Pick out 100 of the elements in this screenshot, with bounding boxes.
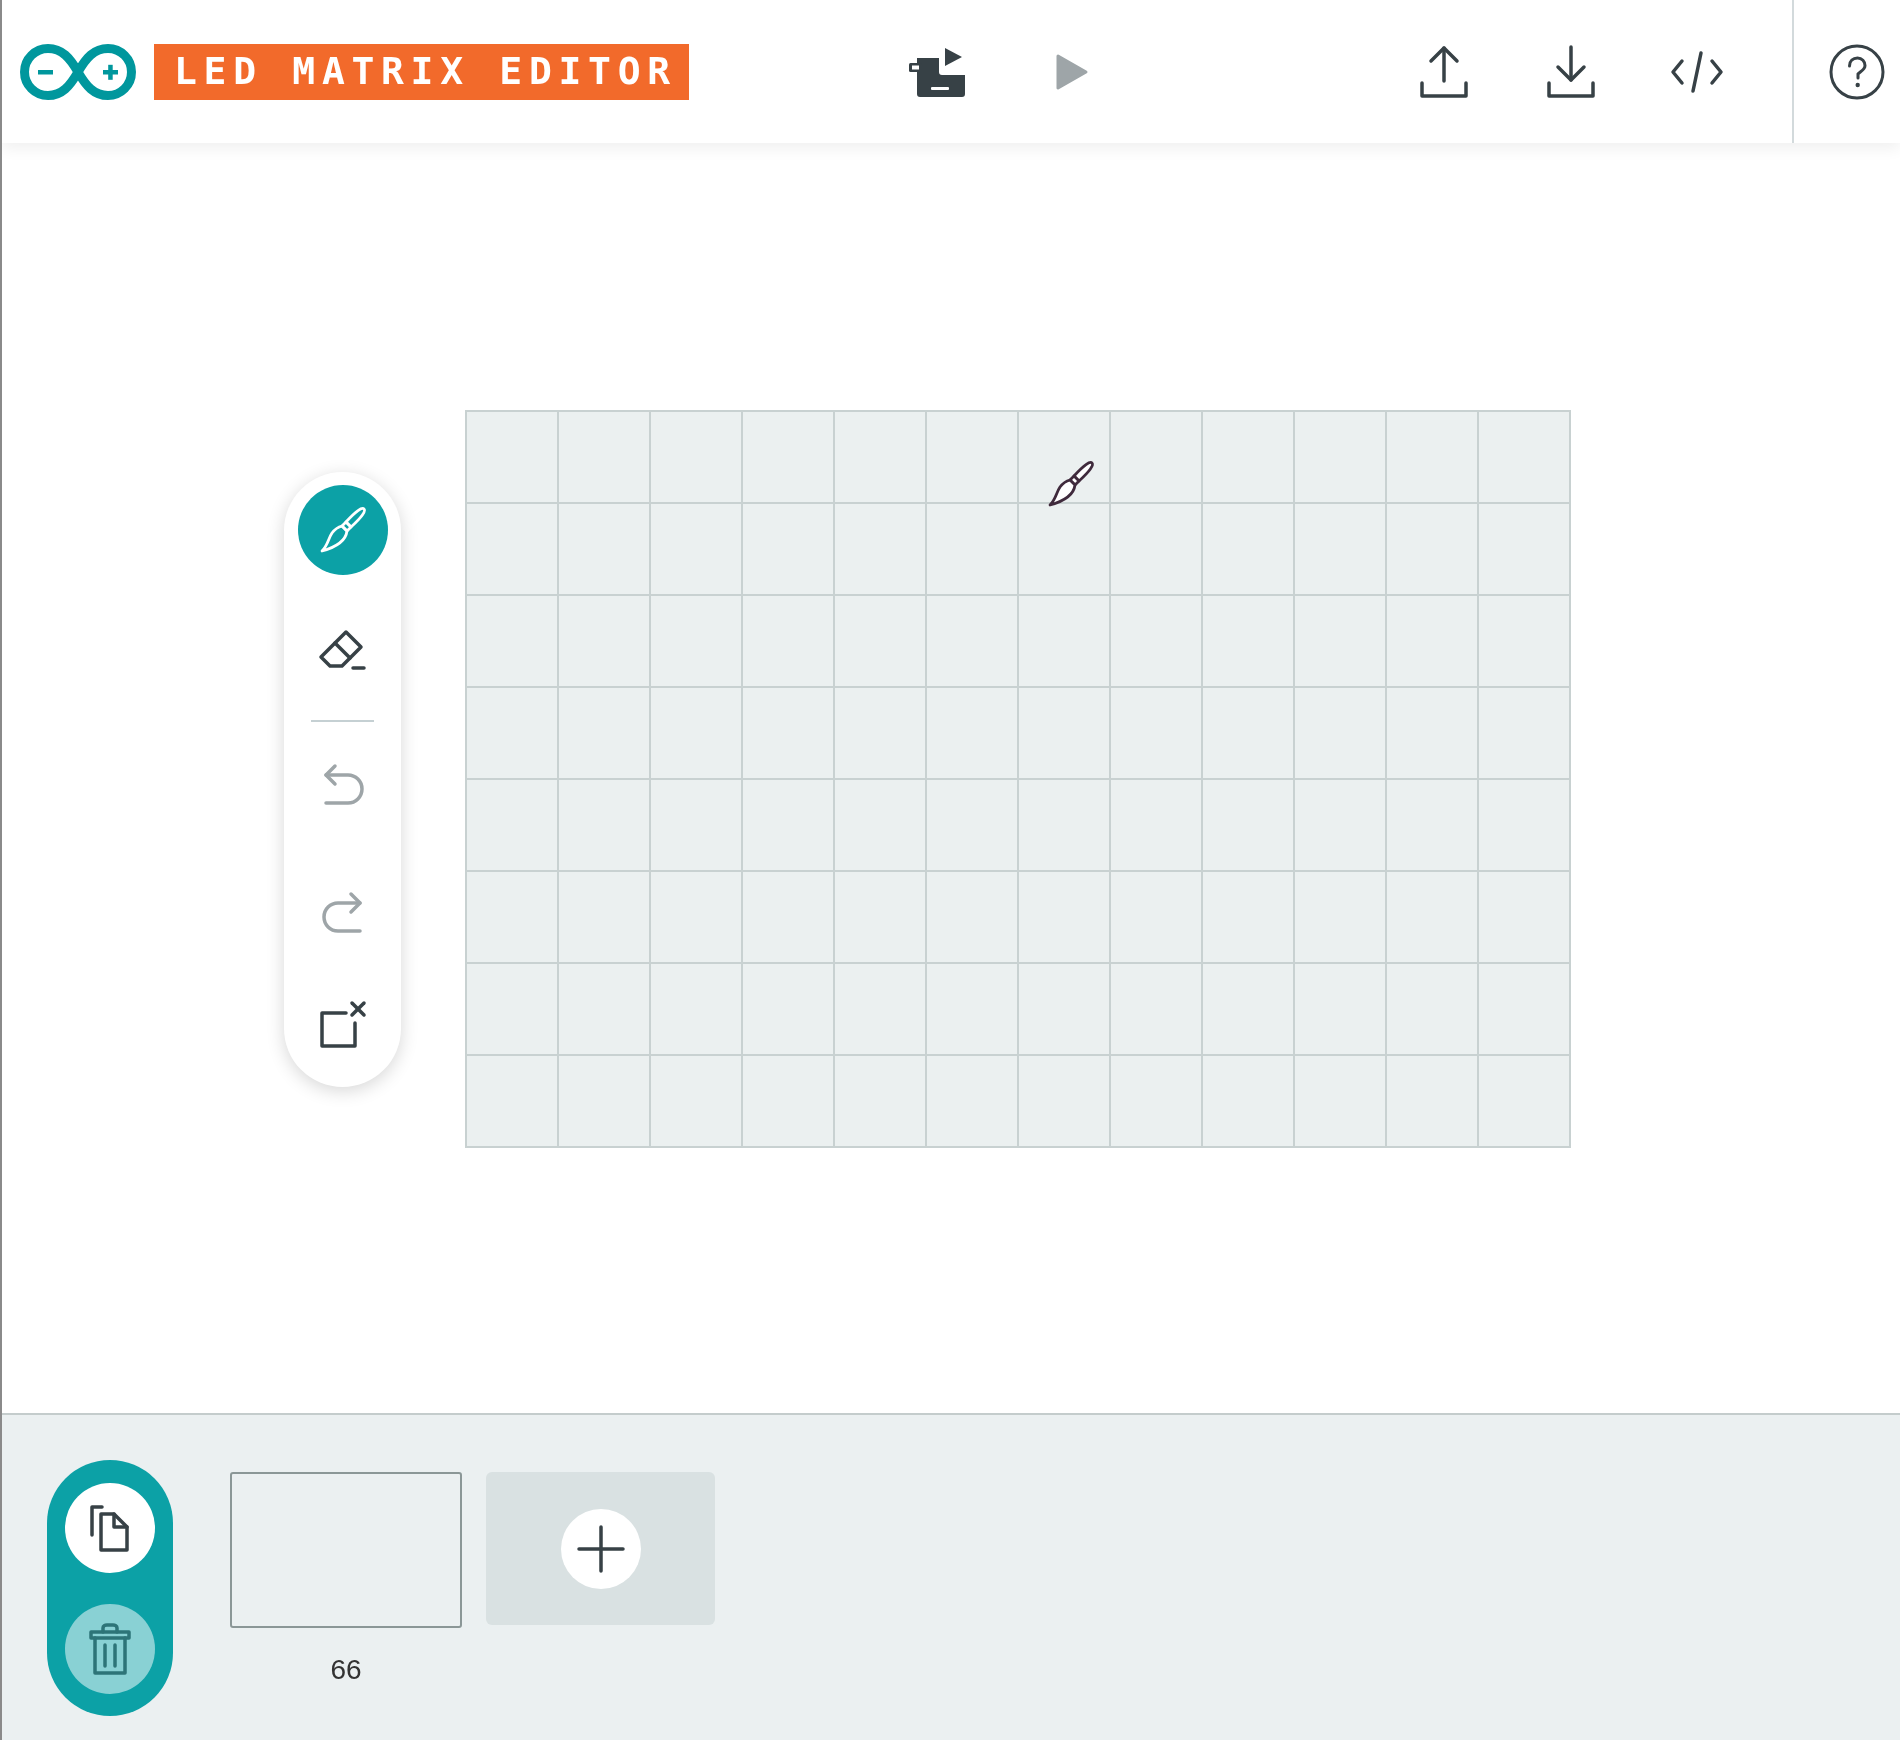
led-cell[interactable] — [1203, 412, 1295, 504]
led-cell[interactable] — [1203, 780, 1295, 872]
led-cell[interactable] — [559, 1056, 651, 1148]
led-cell[interactable] — [1019, 412, 1111, 504]
led-cell[interactable] — [467, 504, 559, 596]
led-cell[interactable] — [743, 596, 835, 688]
led-cell[interactable] — [1479, 780, 1571, 872]
led-cell[interactable] — [467, 412, 559, 504]
led-cell[interactable] — [1111, 412, 1203, 504]
led-cell[interactable] — [1387, 596, 1479, 688]
led-cell[interactable] — [651, 412, 743, 504]
led-cell[interactable] — [1203, 688, 1295, 780]
led-cell[interactable] — [1387, 780, 1479, 872]
led-cell[interactable] — [1019, 596, 1111, 688]
download-icon — [1546, 44, 1596, 99]
led-cell[interactable] — [1019, 872, 1111, 964]
led-cell[interactable] — [835, 1056, 927, 1148]
led-cell[interactable] — [1387, 964, 1479, 1056]
led-cell[interactable] — [1295, 1056, 1387, 1148]
led-cell[interactable] — [835, 780, 927, 872]
led-cell[interactable] — [467, 964, 559, 1056]
led-cell[interactable] — [743, 688, 835, 780]
led-cell[interactable] — [1019, 780, 1111, 872]
led-cell[interactable] — [559, 412, 651, 504]
led-cell[interactable] — [927, 412, 1019, 504]
led-cell[interactable] — [1111, 964, 1203, 1056]
led-cell[interactable] — [651, 872, 743, 964]
led-cell[interactable] — [467, 688, 559, 780]
led-cell[interactable] — [1295, 688, 1387, 780]
led-cell[interactable] — [1387, 872, 1479, 964]
led-cell[interactable] — [1111, 780, 1203, 872]
led-cell[interactable] — [1203, 596, 1295, 688]
add-frame-button[interactable] — [486, 1472, 715, 1625]
led-cell[interactable] — [1203, 1056, 1295, 1148]
led-cell[interactable] — [467, 596, 559, 688]
led-cell[interactable] — [1019, 1056, 1111, 1148]
led-cell[interactable] — [1479, 596, 1571, 688]
led-cell[interactable] — [1203, 964, 1295, 1056]
led-cell[interactable] — [559, 504, 651, 596]
led-cell[interactable] — [651, 688, 743, 780]
led-cell[interactable] — [835, 596, 927, 688]
led-cell[interactable] — [1387, 688, 1479, 780]
led-cell[interactable] — [1479, 688, 1571, 780]
led-cell[interactable] — [1111, 872, 1203, 964]
led-cell[interactable] — [835, 688, 927, 780]
led-cell[interactable] — [559, 872, 651, 964]
led-cell[interactable] — [743, 872, 835, 964]
led-cell[interactable] — [1295, 780, 1387, 872]
led-cell[interactable] — [743, 1056, 835, 1148]
led-cell[interactable] — [1295, 596, 1387, 688]
led-cell[interactable] — [559, 964, 651, 1056]
led-cell[interactable] — [1387, 504, 1479, 596]
led-cell[interactable] — [1111, 688, 1203, 780]
led-cell[interactable] — [467, 780, 559, 872]
led-cell[interactable] — [651, 780, 743, 872]
led-cell[interactable] — [1019, 504, 1111, 596]
led-cell[interactable] — [1479, 504, 1571, 596]
led-cell[interactable] — [1295, 964, 1387, 1056]
frame-thumbnail[interactable] — [230, 1472, 462, 1628]
led-cell[interactable] — [1479, 1056, 1571, 1148]
led-cell[interactable] — [1203, 872, 1295, 964]
led-cell[interactable] — [927, 780, 1019, 872]
led-cell[interactable] — [1295, 872, 1387, 964]
led-cell[interactable] — [835, 872, 927, 964]
led-cell[interactable] — [559, 596, 651, 688]
led-cell[interactable] — [1111, 1056, 1203, 1148]
led-cell[interactable] — [927, 596, 1019, 688]
led-cell[interactable] — [743, 504, 835, 596]
frame-label: 66 — [330, 1654, 362, 1686]
led-cell[interactable] — [927, 872, 1019, 964]
led-cell[interactable] — [927, 1056, 1019, 1148]
led-cell[interactable] — [743, 412, 835, 504]
led-cell[interactable] — [559, 780, 651, 872]
led-cell[interactable] — [835, 412, 927, 504]
led-cell[interactable] — [1111, 504, 1203, 596]
led-cell[interactable] — [743, 780, 835, 872]
led-cell[interactable] — [1387, 1056, 1479, 1148]
led-cell[interactable] — [927, 688, 1019, 780]
led-cell[interactable] — [651, 504, 743, 596]
led-cell[interactable] — [927, 964, 1019, 1056]
led-cell[interactable] — [1111, 596, 1203, 688]
led-cell[interactable] — [651, 596, 743, 688]
led-cell[interactable] — [1479, 872, 1571, 964]
led-cell[interactable] — [559, 688, 651, 780]
led-cell[interactable] — [467, 1056, 559, 1148]
led-cell[interactable] — [1387, 412, 1479, 504]
led-cell[interactable] — [467, 872, 559, 964]
led-cell[interactable] — [1295, 412, 1387, 504]
led-cell[interactable] — [651, 1056, 743, 1148]
led-cell[interactable] — [651, 964, 743, 1056]
led-cell[interactable] — [1019, 964, 1111, 1056]
led-cell[interactable] — [1019, 688, 1111, 780]
led-cell[interactable] — [1479, 412, 1571, 504]
led-cell[interactable] — [1295, 504, 1387, 596]
led-cell[interactable] — [835, 504, 927, 596]
led-cell[interactable] — [1203, 504, 1295, 596]
led-cell[interactable] — [1479, 964, 1571, 1056]
led-cell[interactable] — [927, 504, 1019, 596]
led-cell[interactable] — [743, 964, 835, 1056]
led-cell[interactable] — [835, 964, 927, 1056]
